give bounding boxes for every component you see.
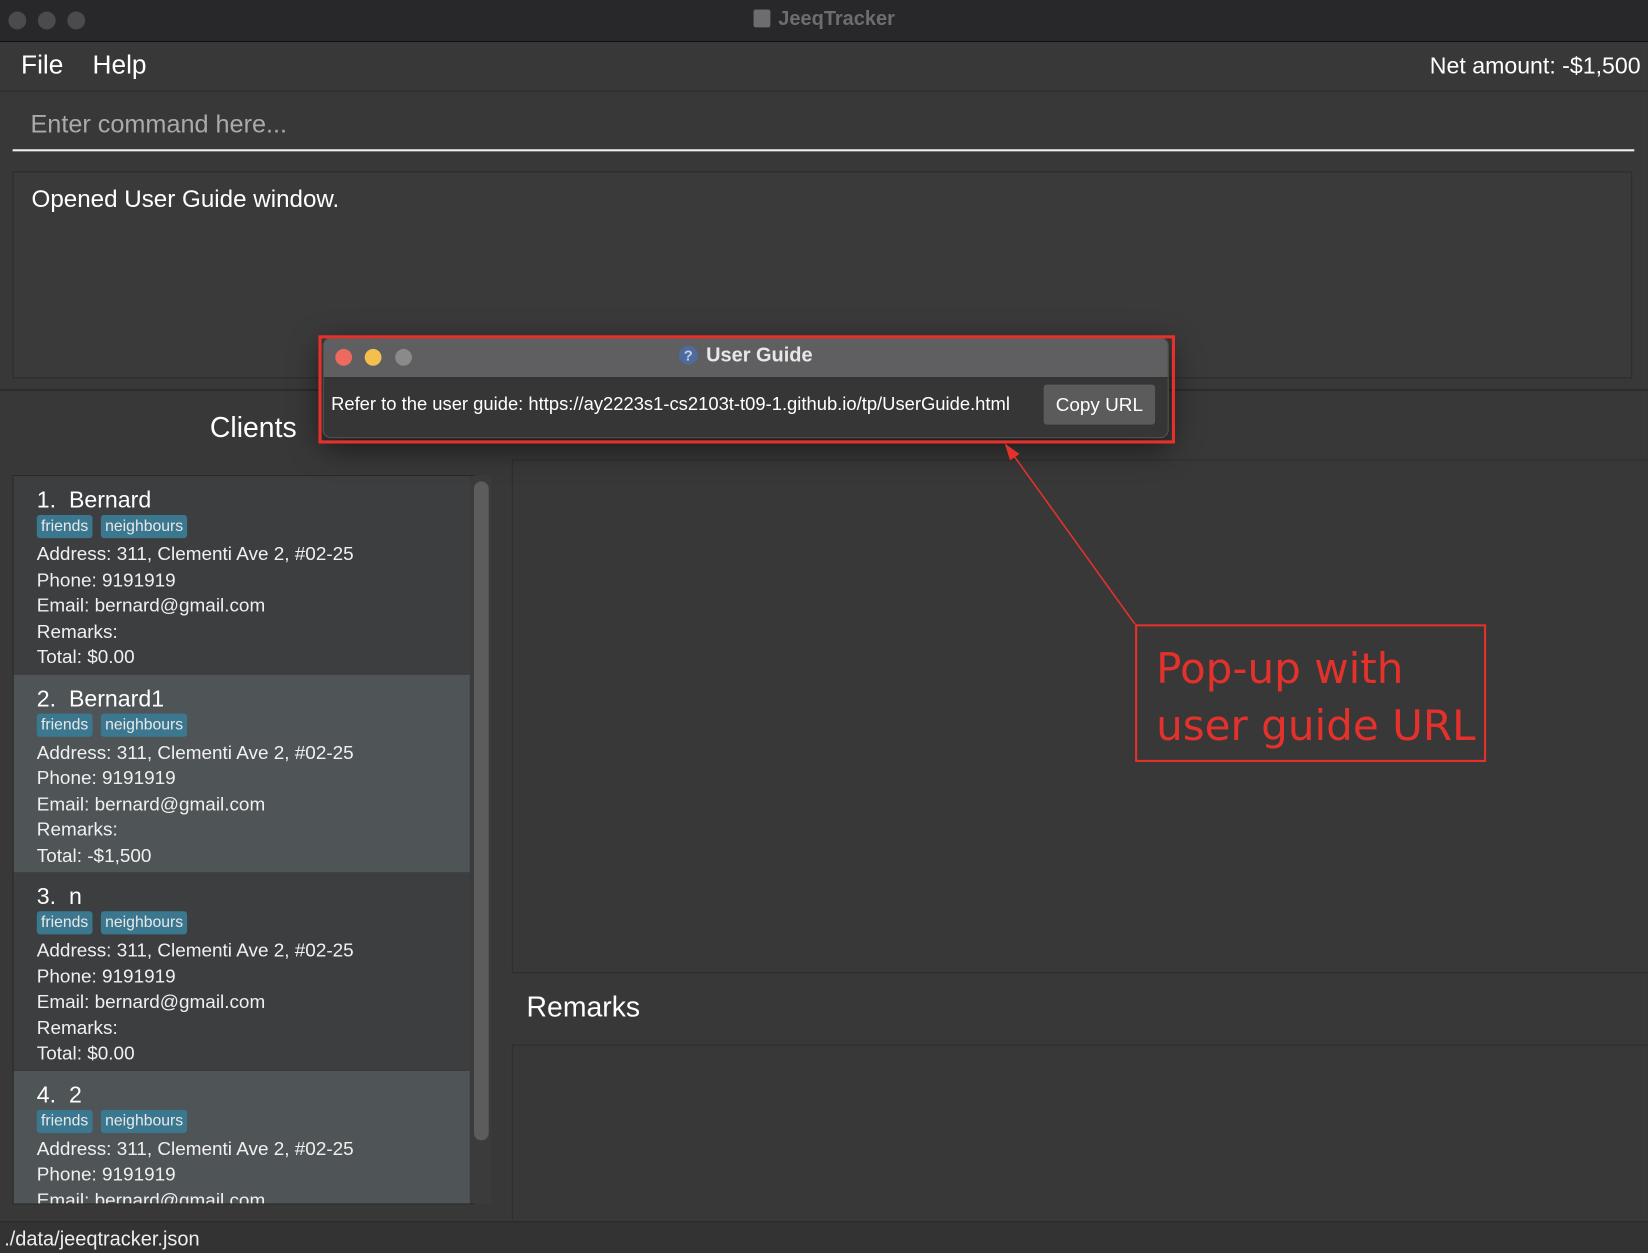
- annotation-box: Pop-up with user guide URL: [1135, 624, 1487, 762]
- app-window: JeeqTracker File Help Net amount: -$1,50…: [0, 0, 1648, 1253]
- annotation-line-2: user guide URL: [1156, 702, 1476, 751]
- annotation-line-1: Pop-up with: [1156, 645, 1404, 694]
- annotation-text: Pop-up with user guide URL: [1156, 641, 1475, 755]
